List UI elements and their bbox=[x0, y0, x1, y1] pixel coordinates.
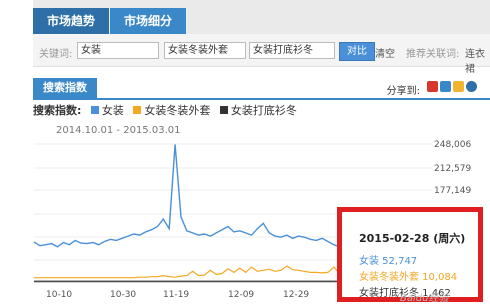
compare-button[interactable]: 对比 bbox=[339, 42, 375, 61]
x-tick-label: 10-30 bbox=[110, 290, 136, 300]
search-index-section: 搜索指数 分享到: bbox=[33, 78, 490, 100]
clear-link[interactable]: 清空 bbox=[375, 45, 395, 60]
chart-legend: 搜索指数: 女装 女装冬装外套 女装打底衫冬 bbox=[33, 102, 297, 118]
y-tick-label: 212,579 bbox=[434, 164, 471, 174]
keyword-input-1[interactable]: 女装 bbox=[77, 42, 159, 59]
share-qzone-icon[interactable] bbox=[440, 81, 451, 92]
y-tick-label: 177,149 bbox=[434, 186, 471, 196]
x-tick-label: 12-09 bbox=[228, 290, 254, 300]
x-tick-label: 10-10 bbox=[46, 290, 72, 300]
legend-swatch-2 bbox=[133, 106, 142, 114]
recommend-label: 推荐关联词: bbox=[406, 49, 460, 60]
keyword-input-2[interactable]: 女装冬装外套 bbox=[164, 42, 246, 59]
tooltip-date: 2015-02-28 (周六) bbox=[359, 232, 466, 245]
share-renren-icon[interactable] bbox=[466, 81, 477, 92]
keyword-input-3[interactable]: 女装打底衫冬 bbox=[249, 42, 335, 59]
legend-item-2[interactable]: 女装冬装外套 bbox=[144, 104, 210, 117]
section-title: 搜索指数 bbox=[33, 78, 97, 98]
tooltip-row-1: 女装 52,747 bbox=[359, 256, 418, 267]
tooltip-popup: 2015-02-28 (周六) 女装 52,747 女装冬装外套 10,084 … bbox=[337, 207, 483, 302]
tooltip-row-2: 女装冬装外套 10,084 bbox=[359, 272, 458, 283]
keyword-label: 关键词: bbox=[39, 49, 73, 60]
share-weibo-icon[interactable] bbox=[427, 81, 438, 92]
tab-market-segment[interactable]: 市场细分 bbox=[110, 8, 187, 34]
tab-bar: 市场趋势 市场细分 bbox=[33, 0, 490, 34]
legend-title: 搜索指数: bbox=[33, 104, 82, 117]
legend-swatch-1 bbox=[90, 106, 99, 114]
tab-market-trend[interactable]: 市场趋势 bbox=[33, 8, 110, 34]
recommend-keyword-link[interactable]: 连衣裙 bbox=[465, 45, 490, 75]
share-label: 分享到: bbox=[386, 86, 420, 97]
y-tick-label: 248,006 bbox=[434, 140, 471, 150]
share-star-icon[interactable] bbox=[453, 81, 464, 92]
legend-swatch-3 bbox=[219, 106, 228, 114]
x-tick-label: 11-19 bbox=[163, 290, 189, 300]
legend-item-1[interactable]: 女装 bbox=[102, 104, 124, 117]
date-range-label: 2014.10.01 - 2015.03.01 bbox=[56, 125, 180, 136]
x-tick-label: 12-29 bbox=[283, 290, 309, 300]
watermark: Baidu经验 bbox=[400, 293, 449, 304]
legend-item-3[interactable]: 女装打底衫冬 bbox=[231, 104, 297, 117]
keyword-bar: 关键词: 女装 女装冬装外套 女装打底衫冬 对比 清空 推荐关联词: 连衣裙 bbox=[33, 34, 490, 75]
